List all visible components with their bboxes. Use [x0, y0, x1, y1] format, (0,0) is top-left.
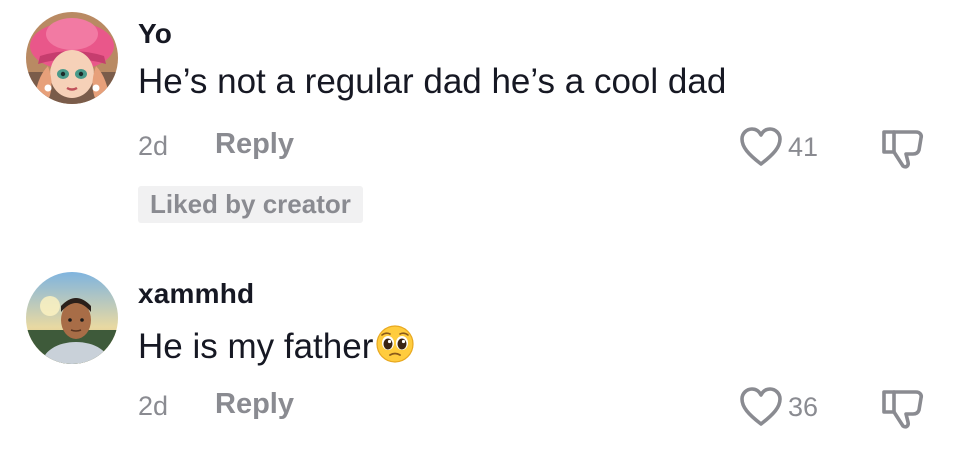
heart-icon [740, 127, 782, 166]
comment-text: He is my father [138, 324, 415, 373]
dislike-button[interactable] [880, 126, 928, 175]
reply-button[interactable]: Reply [215, 388, 294, 421]
comment-text-content: He is my father [138, 327, 374, 366]
like-button[interactable]: 36 [738, 386, 818, 428]
avatar[interactable] [26, 272, 118, 364]
comment-text: He’s not a regular dad he’s a cool dad [138, 62, 727, 101]
heart-icon [740, 387, 782, 426]
dislike-button[interactable] [880, 386, 928, 435]
comment-username[interactable]: xammhd [138, 278, 254, 310]
reply-button[interactable]: Reply [215, 128, 294, 161]
avatar-image [26, 272, 118, 364]
like-count: 41 [788, 131, 819, 162]
like-count: 36 [788, 391, 819, 422]
liked-by-creator-badge: Liked by creator [138, 186, 363, 223]
like-button[interactable]: 41 [738, 126, 818, 168]
comment-timestamp: 2d [138, 391, 169, 421]
comment-timestamp: 2d [138, 131, 169, 161]
avatar[interactable] [26, 12, 118, 104]
comment-username[interactable]: Yo [138, 18, 172, 50]
pleading-face-emoji [375, 324, 415, 373]
comment-item: xammhd He is my father 2d Reply 36 [0, 262, 960, 452]
comment-item: Yo He’s not a regular dad he’s a cool da… [0, 0, 960, 240]
avatar-image [26, 12, 118, 104]
thumbs-down-icon [882, 390, 924, 429]
thumbs-down-icon [882, 130, 924, 169]
